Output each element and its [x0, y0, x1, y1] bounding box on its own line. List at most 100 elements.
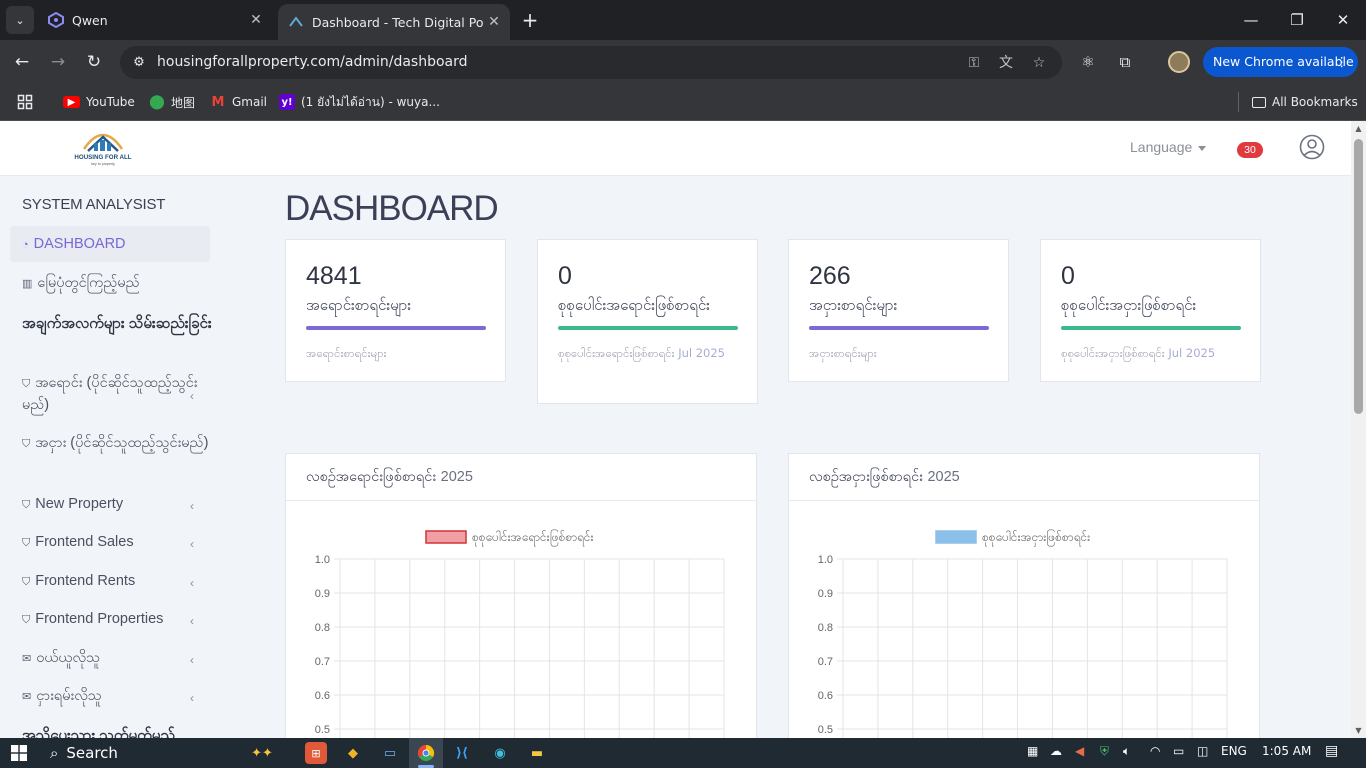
security-shield-icon[interactable]: ⛨: [1100, 744, 1109, 759]
windows-start-icon[interactable]: [8, 742, 30, 764]
sidebar-item-new-property[interactable]: ⛉ New Property ‹: [10, 494, 210, 516]
tray-app-icon[interactable]: ▦: [1027, 744, 1038, 758]
app-icon[interactable]: ◆: [342, 742, 364, 764]
page-scrollbar[interactable]: ▲ ▼: [1351, 121, 1366, 738]
wifi-icon[interactable]: ◠: [1150, 744, 1160, 758]
tray-app-icon[interactable]: ◀: [1075, 744, 1084, 758]
file-explorer-icon[interactable]: ▬: [526, 742, 548, 764]
sidebar-item-buyers[interactable]: ✉ ဝယ်ယူလိုသူ ‹: [10, 648, 210, 670]
more-menu-icon[interactable]: ⋮: [1336, 47, 1349, 77]
forward-icon[interactable]: →: [46, 50, 70, 74]
extensions-puzzle-icon[interactable]: ⧉: [1114, 51, 1136, 73]
handshake-icon: ⛉: [22, 614, 31, 626]
bookmark-star-icon[interactable]: ☆: [1029, 53, 1049, 73]
taskbar-search[interactable]: ⌕ Search: [40, 738, 240, 768]
translate-icon[interactable]: 文: [996, 53, 1016, 73]
scrollbar-thumb[interactable]: [1354, 139, 1363, 414]
address-bar[interactable]: ⚙ housingforallproperty.com/admin/dashbo…: [120, 46, 1062, 79]
bookmark-gmail[interactable]: M Gmail: [210, 92, 267, 112]
volume-icon[interactable]: 🔈︎: [1123, 744, 1130, 759]
extension-react-icon[interactable]: ⚛: [1077, 51, 1099, 73]
edge-icon[interactable]: ◉: [489, 742, 511, 764]
envelope-icon: ✉: [22, 653, 32, 665]
handshake-icon: ⛉: [22, 438, 31, 450]
site-info-icon[interactable]: ⚙: [128, 52, 150, 74]
close-tab-icon[interactable]: ✕: [486, 14, 502, 30]
maps-icon: ⬤: [149, 94, 165, 110]
minimize-icon[interactable]: —: [1228, 0, 1274, 40]
sidebar-item-rent-owner[interactable]: ⛉ အငှား (ပိုင်ဆိုင်သူထည့်သွင်းမည်): [10, 433, 210, 455]
sidebar-item-label: Frontend Sales: [35, 534, 134, 550]
yahoo-icon: y!: [279, 94, 295, 110]
chart-title-text: လစဉ်အငှားဖြစ်စာရင်း: [809, 469, 923, 485]
close-tab-icon[interactable]: ✕: [248, 12, 264, 28]
tab-search-button[interactable]: ⌄: [6, 6, 34, 34]
new-tab-button[interactable]: +: [520, 10, 540, 30]
restore-icon[interactable]: ❐: [1274, 0, 1320, 40]
bookmark-youtube[interactable]: ▶ YouTube: [63, 92, 135, 112]
battery-icon[interactable]: ▭: [1173, 744, 1184, 758]
user-circle-icon[interactable]: [1299, 134, 1325, 160]
notification-center-icon[interactable]: ▤: [1325, 743, 1338, 759]
sidebar-item-frontend-rents[interactable]: ⛉ Frontend Rents ‹: [10, 571, 210, 593]
stat-card-rent-listings: 266 အငှားစာရင်းများ အငှားစာရင်းများ: [788, 239, 1009, 382]
reload-icon[interactable]: ↻: [82, 50, 106, 74]
scroll-up-icon[interactable]: ▲: [1351, 121, 1366, 136]
chart-card-monthly-rents: လစဉ်အငှားဖြစ်စာရင်း 2025 1.0 0.9 0.8 0.7 0.6…: [788, 453, 1260, 738]
url-text[interactable]: housingforallproperty.com/admin/dashboar…: [157, 54, 468, 70]
sidebar-item-sale-owner[interactable]: ⛉ အရောင်း (ပိုင်ဆိုင်သူထည့်သွင်းမည်) ‹: [10, 373, 210, 416]
copilot-sparkle-icon[interactable]: ✦✦: [242, 742, 282, 764]
language-label: Language: [1130, 139, 1193, 155]
close-window-icon[interactable]: ✕: [1320, 0, 1366, 40]
bookmark-yahoo[interactable]: y! (1 ยังไม่ได้อ่าน) - wuya...: [279, 92, 440, 112]
chart-title-year: 2025: [440, 469, 473, 485]
chevron-left-icon: ‹: [190, 653, 194, 667]
back-icon[interactable]: ←: [10, 50, 34, 74]
app-icon[interactable]: ⊞: [305, 742, 327, 764]
chart-title-text: လစဉ်အရောင်းဖြစ်စာရင်း: [306, 469, 437, 485]
apps-grid-icon[interactable]: [17, 92, 33, 112]
tab-qwen[interactable]: Qwen ✕: [40, 0, 272, 40]
housing-for-all-logo[interactable]: HOUSING FOR ALL key to property: [70, 125, 136, 169]
sidebar-item-map-view[interactable]: ▥ မြေပုံတွင်ကြည့်မည်: [10, 273, 210, 295]
bookmark-label: Gmail: [232, 95, 268, 109]
bookmark-maps[interactable]: ⬤ 地图: [149, 92, 195, 112]
legend-label: စုစုပေါင်းအရောင်းဖြစ်စာရင်း: [472, 528, 594, 547]
system-clock[interactable]: 1:05 AM: [1262, 744, 1311, 758]
sidebar-item-frontend-properties[interactable]: ⛉ Frontend Properties ‹: [10, 609, 210, 631]
password-key-icon[interactable]: ⚿: [964, 53, 984, 73]
onedrive-icon[interactable]: ☁: [1050, 744, 1062, 758]
app-icon[interactable]: ▭: [379, 742, 401, 764]
browser-toolbar: ← → ↻ ⚙ housingforallproperty.com/admin/…: [0, 40, 1366, 84]
sidebar-item-frontend-sales[interactable]: ⛉ Frontend Sales ‹: [10, 532, 210, 554]
legend-swatch: [935, 530, 977, 544]
scroll-down-icon[interactable]: ▼: [1351, 723, 1366, 738]
tray-app-icon[interactable]: ◫: [1197, 744, 1208, 758]
profile-avatar[interactable]: [1168, 51, 1190, 73]
svg-text:key to property: key to property: [91, 162, 115, 166]
stat-accent-bar: [306, 326, 486, 330]
language-dropdown[interactable]: Language: [1130, 139, 1207, 155]
all-bookmarks[interactable]: All Bookmarks: [1252, 92, 1358, 112]
chart-title: လစဉ်အငှားဖြစ်စာရင်း 2025: [809, 468, 960, 489]
stat-caption: အရောင်းစာရင်းများ: [306, 343, 486, 363]
input-language[interactable]: ENG: [1221, 744, 1247, 758]
stat-card-total-rents: 0 စုစုပေါင်းအငှားဖြစ်စာရင်း စုစုပေါင်းအင…: [1040, 239, 1261, 382]
y-tick-label: 0.5: [315, 724, 330, 736]
sidebar-item-label: DASHBOARD: [33, 236, 126, 252]
vscode-icon[interactable]: ⟩⟨: [451, 742, 473, 764]
handshake-icon: ⛉: [22, 576, 31, 588]
tab-dashboard[interactable]: Dashboard - Tech Digital Pocket ✕: [278, 4, 510, 40]
svg-text:HOUSING FOR ALL: HOUSING FOR ALL: [74, 154, 131, 161]
chart-card-monthly-sales: လစဉ်အရောင်းဖြစ်စာရင်း 2025 1.0 0.9 0.8 0.7 0…: [285, 453, 757, 738]
sidebar-item-dashboard[interactable]: ◔ DASHBOARD: [10, 226, 210, 262]
stat-value: 266: [809, 262, 851, 290]
sidebar-item-renters[interactable]: ✉ ငှားရမ်းလိုသူ ‹: [10, 686, 210, 708]
y-tick-label: 1.0: [818, 554, 833, 566]
new-chrome-available-button[interactable]: New Chrome available ⋮: [1203, 47, 1358, 77]
chrome-taskbar-icon[interactable]: [409, 738, 443, 768]
notification-badge[interactable]: 30: [1237, 142, 1263, 158]
stat-accent-bar: [558, 326, 738, 330]
bookmark-label: (1 ยังไม่ได้อ่าน) - wuya...: [301, 94, 440, 109]
sidebar: SYSTEM ANALYSIST ◔ DASHBOARD ▥ မြေပုံတွင်က…: [0, 176, 225, 738]
